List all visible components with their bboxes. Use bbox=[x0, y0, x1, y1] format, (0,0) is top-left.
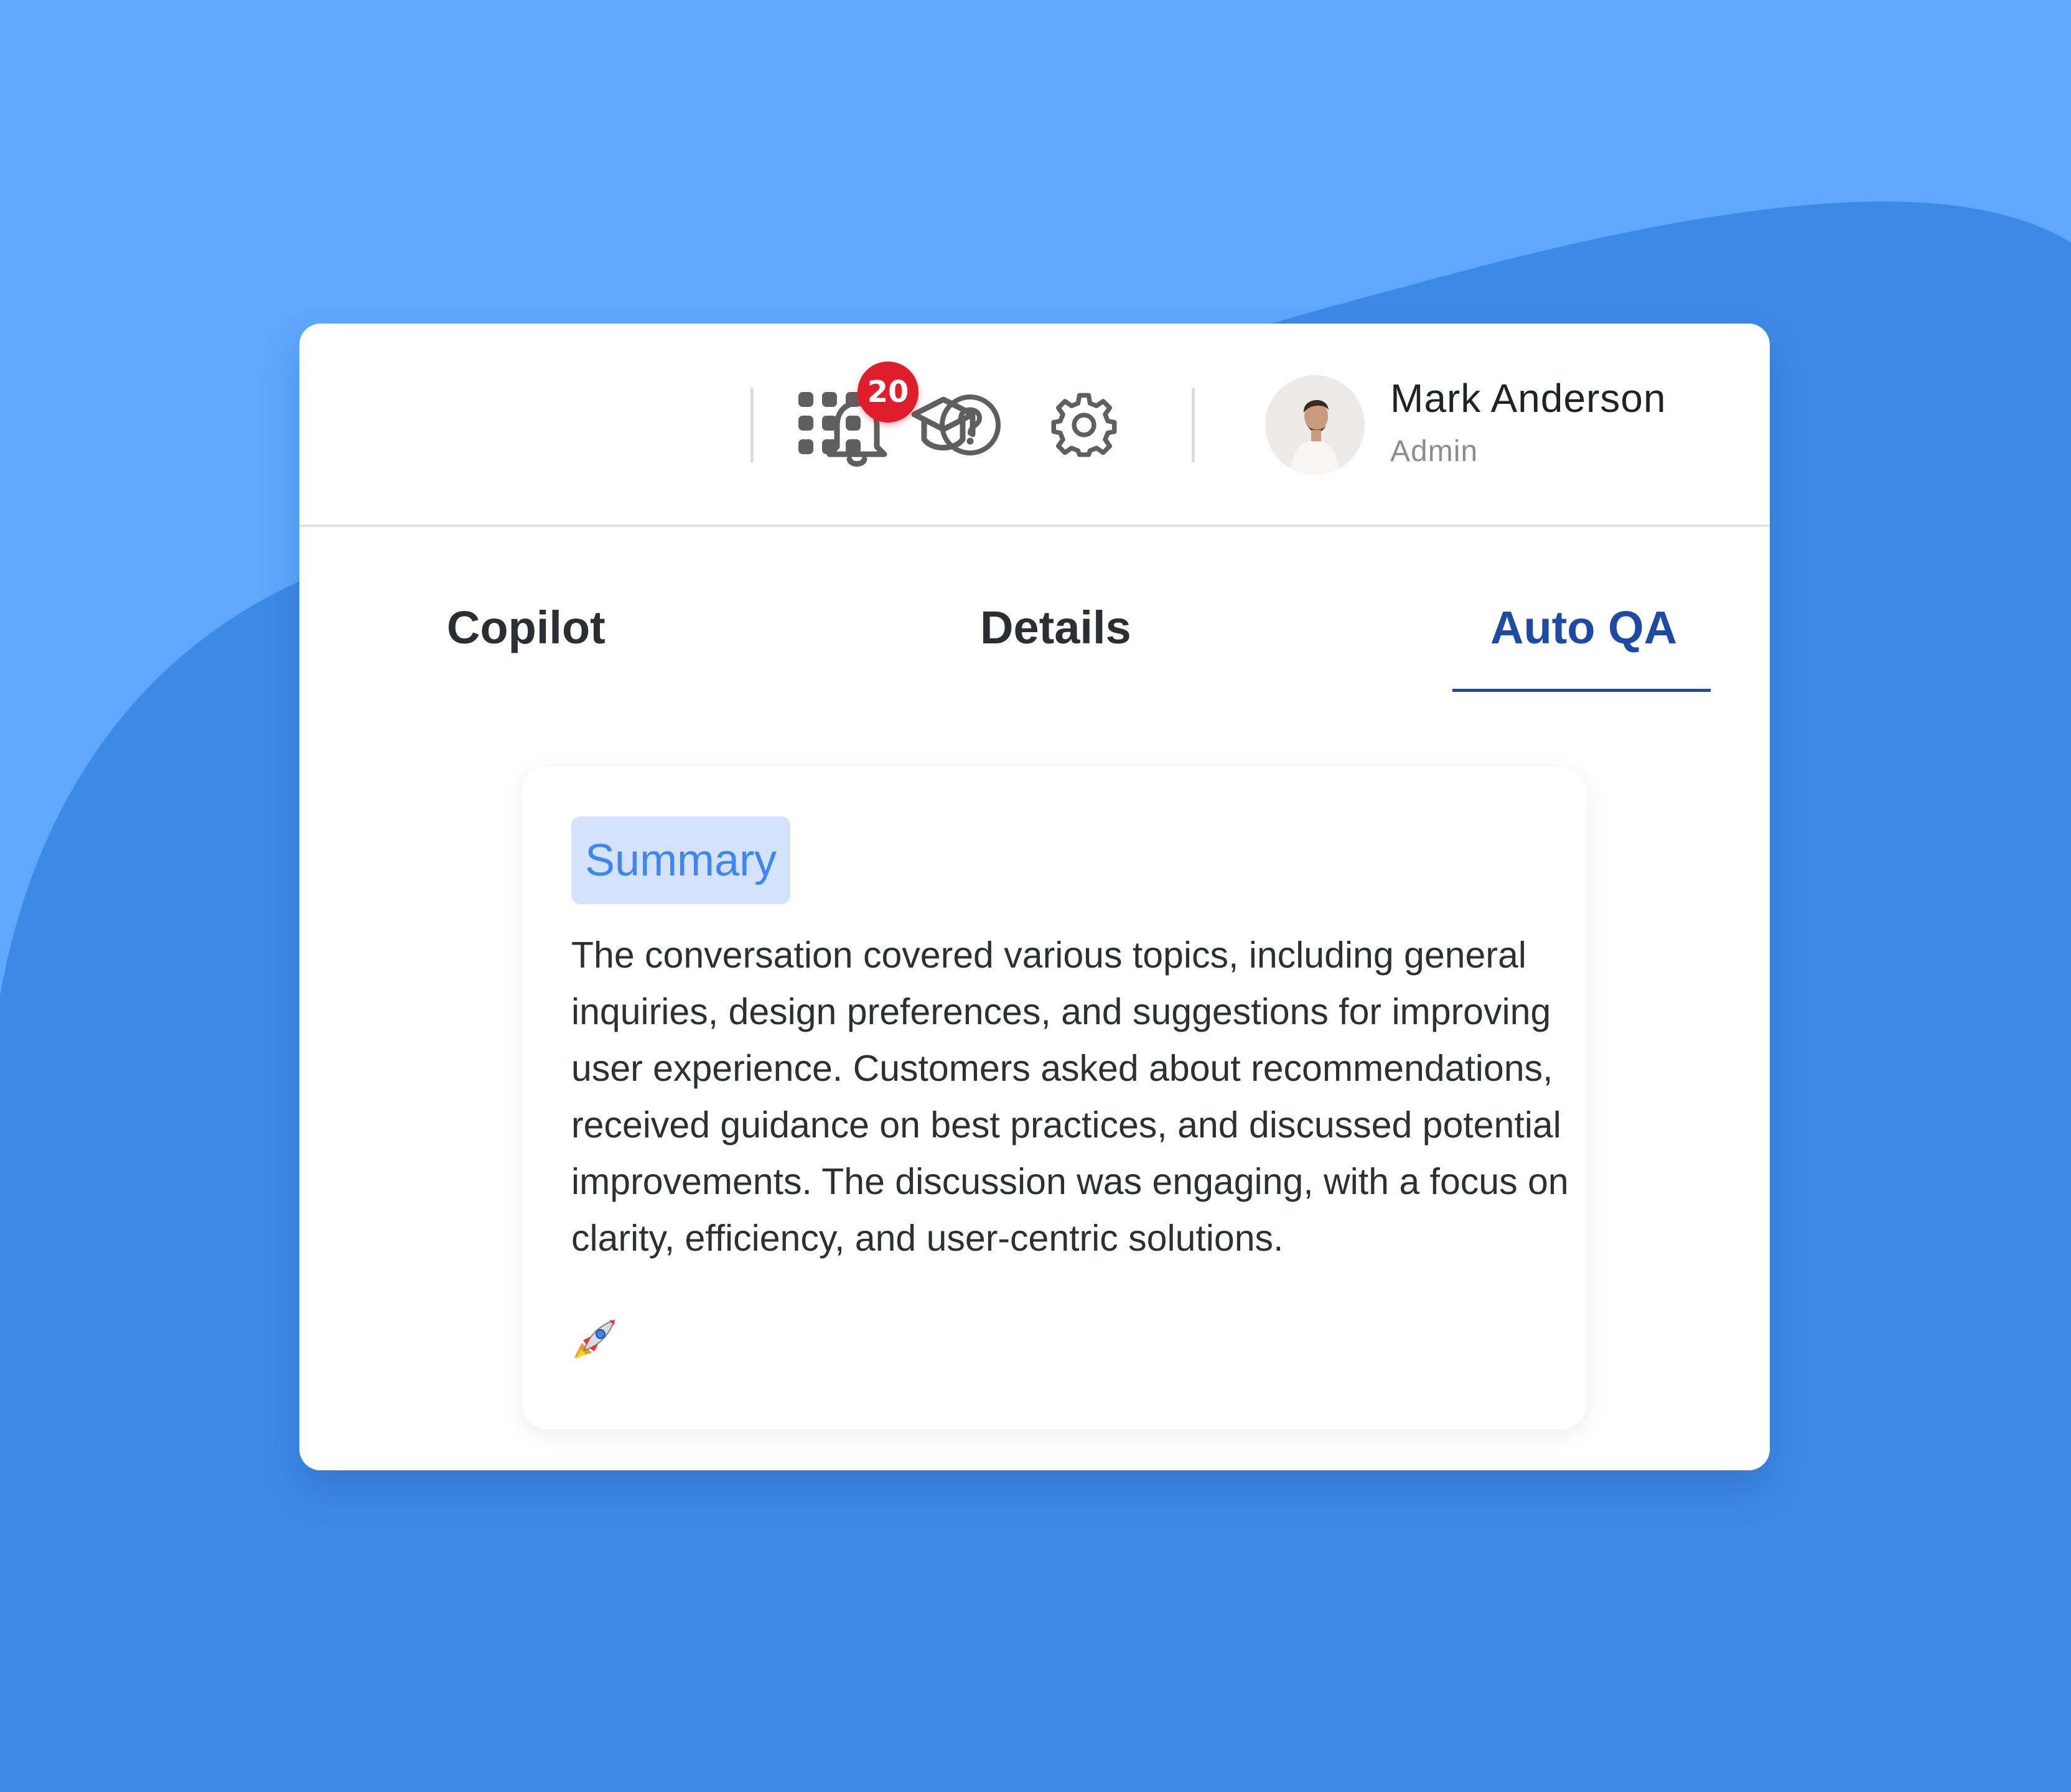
active-tab-indicator bbox=[1452, 689, 1711, 692]
main-panel: 20 Mark Anderson Admin Copilot Details A… bbox=[299, 324, 1770, 1470]
summary-text: The conversation covered various topics,… bbox=[571, 935, 1569, 1259]
tab-copilot[interactable]: Copilot bbox=[447, 601, 605, 654]
gear-icon[interactable] bbox=[1051, 392, 1117, 458]
tab-auto-qa[interactable]: Auto QA bbox=[1490, 601, 1677, 654]
summary-badge: Summary bbox=[571, 816, 791, 904]
summary-card: Summary The conversation covered various… bbox=[522, 767, 1586, 1429]
user-name[interactable]: Mark Anderson bbox=[1390, 375, 1666, 421]
user-photo bbox=[1265, 375, 1365, 475]
rocket-icon bbox=[574, 1319, 615, 1359]
notification-count-badge: 20 bbox=[858, 362, 919, 422]
top-bar: 20 Mark Anderson Admin bbox=[299, 324, 1770, 525]
avatar[interactable] bbox=[1265, 375, 1365, 475]
toolbar-separator bbox=[750, 388, 754, 462]
user-role: Admin bbox=[1390, 435, 1479, 468]
help-icon[interactable] bbox=[938, 393, 1002, 457]
header-divider bbox=[299, 525, 1770, 527]
tab-details[interactable]: Details bbox=[980, 601, 1131, 654]
toolbar-separator bbox=[1192, 388, 1195, 462]
